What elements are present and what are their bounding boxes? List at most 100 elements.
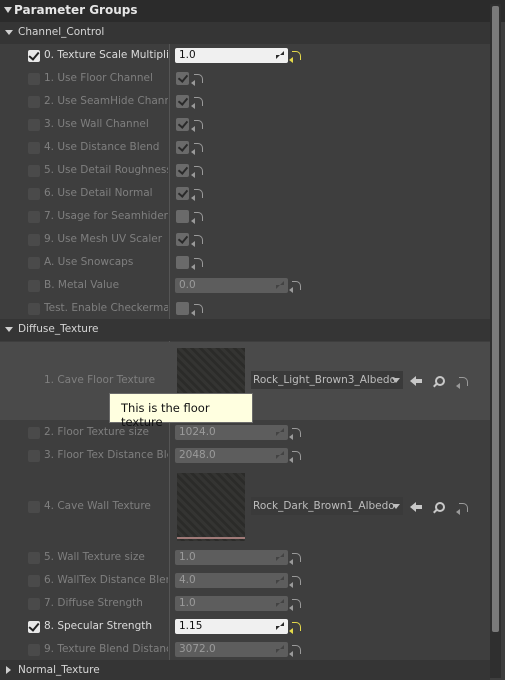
reset-to-default-icon[interactable] <box>191 120 203 132</box>
override-checkbox[interactable] <box>28 165 40 177</box>
override-checkbox[interactable] <box>28 375 40 387</box>
reset-to-default-icon[interactable] <box>191 189 203 201</box>
override-checkbox[interactable] <box>28 211 40 223</box>
category-normal-texture[interactable]: Normal_Texture <box>0 660 490 680</box>
bool-value-checkbox[interactable] <box>176 210 189 223</box>
collapsed-arrow-icon[interactable] <box>6 666 11 674</box>
reset-to-default-icon[interactable] <box>289 428 301 440</box>
drag-grip-icon[interactable] <box>280 599 284 603</box>
override-checkbox[interactable] <box>28 73 40 85</box>
reset-to-default-icon[interactable] <box>289 51 301 63</box>
reset-to-default-icon[interactable] <box>289 622 301 634</box>
bool-value-checkbox[interactable] <box>176 141 189 154</box>
parameter-groups-header[interactable]: Parameter Groups <box>0 0 505 22</box>
texture-thumbnail[interactable] <box>177 473 245 541</box>
expand-arrow-icon[interactable] <box>5 30 13 35</box>
value-text: 1.15 <box>179 620 203 632</box>
override-checkbox[interactable] <box>28 621 40 633</box>
override-checkbox[interactable] <box>28 501 40 513</box>
drag-grip-icon[interactable] <box>280 622 284 626</box>
reset-to-default-icon[interactable] <box>456 503 468 515</box>
reset-to-default-icon[interactable] <box>289 451 301 463</box>
value-field[interactable]: 0.0 <box>175 278 288 293</box>
collapse-arrow-icon[interactable] <box>4 7 12 13</box>
use-selected-arrow-icon[interactable] <box>410 376 422 386</box>
bool-value-checkbox[interactable] <box>176 72 189 85</box>
reset-to-default-icon[interactable] <box>191 235 203 247</box>
param-label: A. Use Snowcaps <box>44 256 134 268</box>
reset-to-default-icon[interactable] <box>456 377 468 389</box>
override-checkbox[interactable] <box>28 96 40 108</box>
drag-grip-icon[interactable] <box>280 553 284 557</box>
value-field[interactable]: 1.15 <box>175 619 288 634</box>
use-selected-arrow-icon[interactable] <box>410 502 422 512</box>
param-label: 5. Wall Texture size <box>44 551 145 563</box>
value-field[interactable]: 1.0 <box>175 596 288 611</box>
override-checkbox[interactable] <box>28 119 40 131</box>
thumbnail-accent-line <box>177 537 245 539</box>
value-field[interactable]: 1.0 <box>175 550 288 565</box>
asset-combo[interactable]: Rock_Dark_Brown1_Albedo <box>251 497 403 515</box>
override-checkbox[interactable] <box>28 188 40 200</box>
reset-to-default-icon[interactable] <box>289 281 301 293</box>
reset-to-default-icon[interactable] <box>289 599 301 611</box>
drag-grip-icon[interactable] <box>280 281 284 285</box>
drag-grip-icon[interactable] <box>280 428 284 432</box>
override-checkbox[interactable] <box>28 427 40 439</box>
override-checkbox[interactable] <box>28 644 40 656</box>
bool-value-checkbox[interactable] <box>176 118 189 131</box>
param-row-use-seamhide-channel: 2. Use SeamHide Channel <box>0 90 490 113</box>
override-checkbox[interactable] <box>28 575 40 587</box>
drag-grip-icon[interactable] <box>280 51 284 55</box>
param-label: 7. Usage for Seamhider mask <box>44 210 168 222</box>
drag-grip-icon[interactable] <box>280 645 284 649</box>
browse-magnifier-icon[interactable] <box>433 502 445 514</box>
value-field[interactable]: 1.0 <box>175 48 288 63</box>
override-checkbox[interactable] <box>28 552 40 564</box>
bool-value-checkbox[interactable] <box>176 164 189 177</box>
override-checkbox[interactable] <box>28 142 40 154</box>
override-checkbox[interactable] <box>28 598 40 610</box>
value-field[interactable]: 4.0 <box>175 573 288 588</box>
drag-grip-icon[interactable] <box>280 451 284 455</box>
override-checkbox[interactable] <box>28 234 40 246</box>
reset-to-default-icon[interactable] <box>191 304 203 316</box>
reset-to-default-icon[interactable] <box>191 143 203 155</box>
vertical-scrollbar[interactable] <box>490 4 501 678</box>
category-channel-control[interactable]: Channel_Control <box>0 22 490 44</box>
drag-grip-icon-lower <box>276 455 280 459</box>
value-field[interactable]: 2048.0 <box>175 448 288 463</box>
param-label: 2. Use SeamHide Channel <box>44 95 168 107</box>
override-checkbox[interactable] <box>28 280 40 292</box>
override-checkbox[interactable] <box>28 50 40 62</box>
param-label: 1. Cave Floor Texture <box>44 374 156 386</box>
reset-to-default-icon[interactable] <box>191 97 203 109</box>
bool-value-checkbox[interactable] <box>176 302 189 315</box>
reset-to-default-icon[interactable] <box>191 258 203 270</box>
category-diffuse-texture[interactable]: Diffuse_Texture <box>0 319 490 341</box>
reset-to-default-icon[interactable] <box>191 74 203 86</box>
reset-to-default-icon[interactable] <box>289 576 301 588</box>
browse-magnifier-icon[interactable] <box>433 376 445 388</box>
drag-grip-icon[interactable] <box>280 576 284 580</box>
override-checkbox[interactable] <box>28 450 40 462</box>
expand-arrow-icon[interactable] <box>5 327 13 332</box>
override-checkbox[interactable] <box>28 257 40 269</box>
reset-to-default-icon[interactable] <box>191 166 203 178</box>
bool-value-checkbox[interactable] <box>176 187 189 200</box>
bool-value-checkbox[interactable] <box>176 233 189 246</box>
scrollbar-thumb[interactable] <box>492 6 499 632</box>
reset-to-default-icon[interactable] <box>289 553 301 565</box>
value-text: 4.0 <box>179 574 196 586</box>
bool-value-checkbox[interactable] <box>176 256 189 269</box>
asset-combo[interactable]: Rock_Light_Brown3_Albedo <box>251 371 403 389</box>
param-row-cave-wall-texture: 4. Cave Wall Texture Rock_Dark_Brown1_Al… <box>0 467 490 545</box>
param-label: 9. Use Mesh UV Scaler <box>44 233 163 245</box>
param-label: 0. Texture Scale Multiplier <box>44 49 168 61</box>
reset-to-default-icon[interactable] <box>191 212 203 224</box>
bool-value-checkbox[interactable] <box>176 95 189 108</box>
override-checkbox[interactable] <box>28 303 40 315</box>
value-field[interactable]: 3072.0 <box>175 642 288 657</box>
reset-to-default-icon[interactable] <box>289 645 301 657</box>
panel-title: Parameter Groups <box>14 3 138 17</box>
